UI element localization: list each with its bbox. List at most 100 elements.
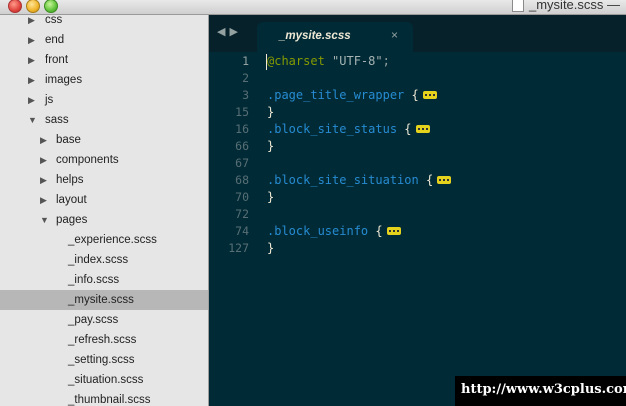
tree-item[interactable]: ▼ pages bbox=[0, 210, 208, 230]
line-number: 67 bbox=[235, 156, 249, 170]
close-window-button[interactable] bbox=[8, 0, 22, 13]
code-line: .page_title_wrapper { bbox=[267, 88, 437, 102]
disclosure-open-icon[interactable]: ▼ bbox=[28, 110, 37, 130]
line-number: 1 bbox=[242, 54, 249, 68]
forward-arrow-icon[interactable]: ▶ bbox=[229, 26, 241, 38]
tree-item[interactable]: _index.scss bbox=[0, 250, 208, 270]
code-line: } bbox=[267, 139, 274, 153]
disclosure-closed-icon[interactable]: ▶ bbox=[28, 70, 35, 90]
line-number: 66 bbox=[235, 139, 249, 153]
tree-item[interactable]: _situation.scss bbox=[0, 370, 208, 390]
tree-item[interactable]: ▶ css bbox=[0, 15, 208, 30]
disclosure-closed-icon[interactable]: ▶ bbox=[28, 90, 35, 110]
sidebar-file-tree: ▶ css ▶ end ▶ front ▶ images ▶ js ▼ sass ▶ base ▶ compo… bbox=[0, 15, 209, 406]
code-editor[interactable]: 1 @charset "UTF-8"; 2 3 .page_title_wrapper … bbox=[209, 52, 626, 406]
tree-item[interactable]: _info.scss bbox=[0, 270, 208, 290]
disclosure-closed-icon[interactable]: ▶ bbox=[40, 170, 47, 190]
tree-item-label: front bbox=[45, 54, 69, 66]
tree-item-label: layout bbox=[56, 194, 87, 206]
window-title: _mysite.scss — bbox=[529, 0, 621, 12]
minimize-window-button[interactable] bbox=[26, 0, 40, 13]
tree-item-label: images bbox=[45, 74, 83, 86]
disclosure-closed-icon[interactable]: ▶ bbox=[28, 15, 35, 30]
tree-item-label: _situation.scss bbox=[68, 374, 144, 386]
back-arrow-icon[interactable]: ◀ bbox=[217, 26, 229, 38]
tab-mysite[interactable]: _mysite.scss × bbox=[257, 22, 413, 52]
code-token: .page_title_wrapper bbox=[267, 88, 405, 102]
tree-item[interactable]: _mysite.scss bbox=[0, 290, 208, 310]
line-number: 70 bbox=[235, 190, 249, 204]
folded-code-icon[interactable] bbox=[415, 124, 430, 133]
tree-item[interactable]: ▶ js bbox=[0, 90, 208, 110]
tree-item[interactable]: _thumbnail.scss bbox=[0, 390, 208, 406]
tree-item-label: js bbox=[45, 94, 54, 106]
code-token: { bbox=[368, 224, 383, 238]
line-number: 72 bbox=[235, 207, 249, 221]
code-line: .block_site_status { bbox=[267, 122, 430, 136]
disclosure-closed-icon[interactable]: ▶ bbox=[28, 50, 35, 70]
code-token: { bbox=[404, 88, 419, 102]
zoom-window-button[interactable] bbox=[44, 0, 58, 13]
folded-code-icon[interactable] bbox=[386, 226, 401, 235]
tree-item-label: _refresh.scss bbox=[68, 334, 137, 346]
folded-code-icon[interactable] bbox=[437, 175, 452, 184]
code-token: .block_useinfo bbox=[267, 224, 369, 238]
text-cursor bbox=[266, 54, 267, 70]
code-token: } bbox=[267, 139, 275, 153]
document-icon bbox=[512, 0, 524, 12]
line-number: 127 bbox=[228, 241, 249, 255]
code-token: { bbox=[418, 173, 434, 187]
tree-item-label: helps bbox=[56, 174, 84, 186]
code-token: { bbox=[397, 122, 412, 136]
tree-item-label: sass bbox=[45, 114, 69, 126]
tree-item[interactable]: ▶ helps bbox=[0, 170, 208, 190]
tree-item[interactable]: _experience.scss bbox=[0, 230, 208, 250]
tree-item[interactable]: ▶ layout bbox=[0, 190, 208, 210]
watermark: http://www.w3cplus.com bbox=[455, 376, 626, 406]
line-number: 3 bbox=[242, 88, 249, 102]
tab-nav: ◀▶ bbox=[217, 25, 242, 38]
tree-item-label: _pay.scss bbox=[68, 314, 119, 326]
line-number: 68 bbox=[235, 173, 249, 187]
tree-item[interactable]: ▼ sass bbox=[0, 110, 208, 130]
close-tab-icon[interactable]: × bbox=[391, 28, 398, 42]
disclosure-closed-icon[interactable]: ▶ bbox=[40, 130, 47, 150]
tree-item[interactable]: _setting.scss bbox=[0, 350, 208, 370]
tab-bar: ◀▶ _mysite.scss × bbox=[209, 15, 626, 52]
line-number: 15 bbox=[235, 105, 249, 119]
code-token: "UTF-8" bbox=[332, 54, 383, 68]
tree-item[interactable]: _refresh.scss bbox=[0, 330, 208, 350]
tree-item-label: _index.scss bbox=[68, 254, 129, 266]
tree-item-label: _experience.scss bbox=[68, 234, 157, 246]
folded-code-icon[interactable] bbox=[422, 90, 437, 99]
tree-item[interactable]: ▶ end bbox=[0, 30, 208, 50]
line-number: 2 bbox=[242, 71, 249, 85]
tree-item-label: _thumbnail.scss bbox=[68, 394, 151, 406]
code-token: .block_site_situation bbox=[267, 173, 419, 187]
code-token: } bbox=[267, 241, 275, 255]
tree-item-label: base bbox=[56, 134, 81, 146]
line-number: 74 bbox=[235, 224, 249, 238]
tree-item[interactable]: ▶ components bbox=[0, 150, 208, 170]
tree-item[interactable]: _pay.scss bbox=[0, 310, 208, 330]
tree-item[interactable]: ▶ front bbox=[0, 50, 208, 70]
title-bar: _mysite.scss — bbox=[0, 0, 626, 15]
line-number: 16 bbox=[235, 122, 249, 136]
tree-item-label: _info.scss bbox=[68, 274, 120, 286]
tree-item[interactable]: ▶ images bbox=[0, 70, 208, 90]
code-line: } bbox=[267, 190, 274, 204]
code-line: .block_site_situation { bbox=[267, 173, 452, 187]
disclosure-open-icon[interactable]: ▼ bbox=[40, 210, 49, 230]
disclosure-closed-icon[interactable]: ▶ bbox=[40, 150, 47, 170]
tree-item-label: components bbox=[56, 154, 119, 166]
disclosure-closed-icon[interactable]: ▶ bbox=[28, 30, 35, 50]
tree-item[interactable]: ▶ base bbox=[0, 130, 208, 150]
disclosure-closed-icon[interactable]: ▶ bbox=[40, 190, 47, 210]
code-token: @charset bbox=[267, 54, 325, 68]
tree-item-label: css bbox=[45, 15, 63, 26]
code-line: @charset "UTF-8"; bbox=[267, 54, 390, 68]
code-token: } bbox=[267, 105, 275, 119]
code-token: } bbox=[267, 190, 275, 204]
tree-item-label: pages bbox=[56, 214, 88, 226]
